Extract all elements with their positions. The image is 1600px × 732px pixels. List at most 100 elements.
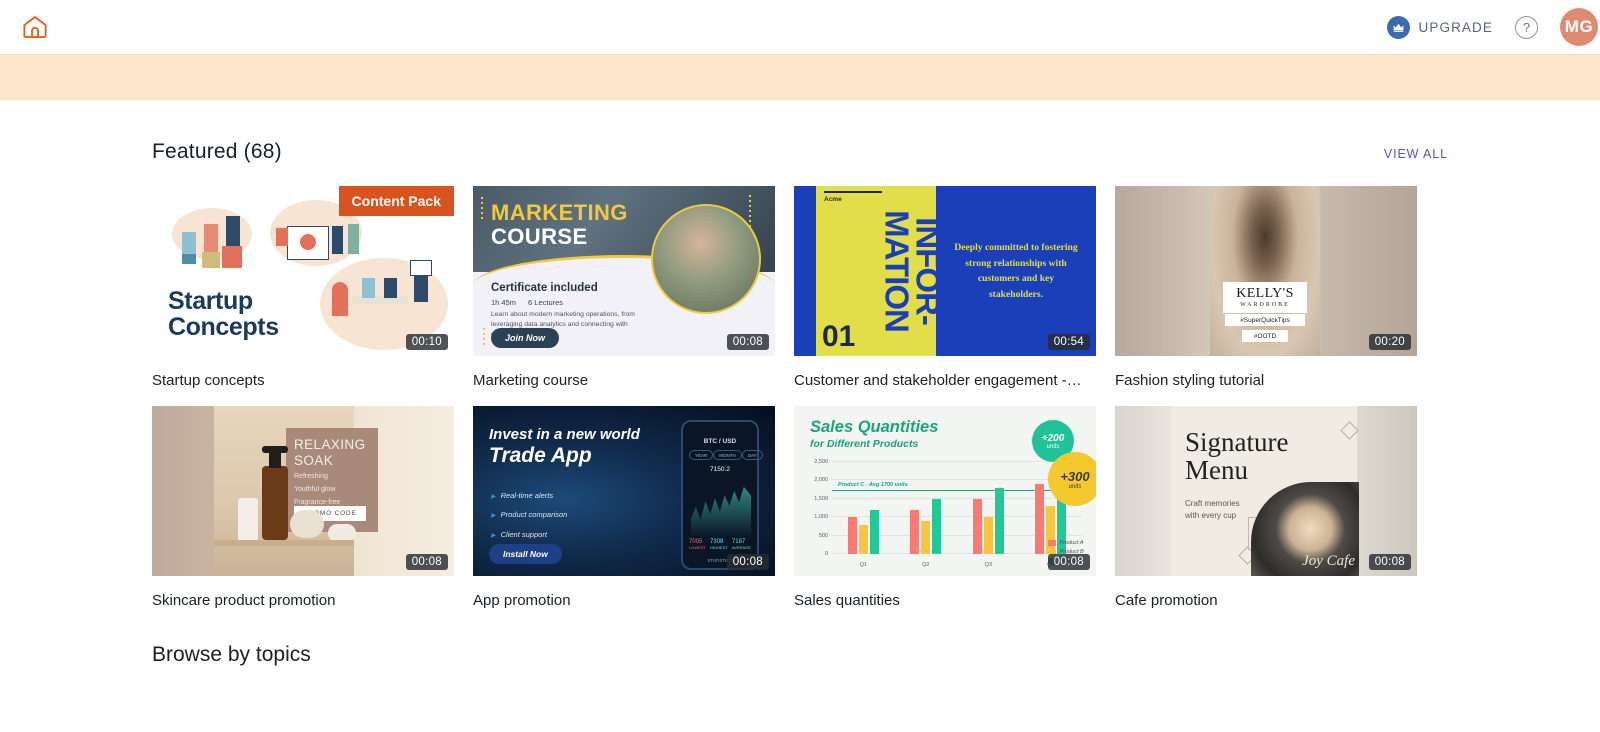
card-fashion-styling[interactable]: KELLY'S WARDROBE #SuperQuickTips #OOTD 0…: [1115, 186, 1417, 389]
card-thumbnail[interactable]: Startup Concepts Content Pack 00:10: [152, 186, 454, 356]
chart-bar: [932, 498, 942, 554]
thumb-brand-card: KELLY'S WARDROBE: [1223, 282, 1307, 313]
card-thumbnail[interactable]: Signature Menu Craft memories with every…: [1115, 406, 1417, 576]
meta-lectures: 6 Lectures: [528, 298, 564, 307]
thumb-brand: Acme: [824, 191, 882, 203]
browse-by-topics-title: Browse by topics: [152, 643, 311, 666]
page-title: Featured (68): [152, 140, 282, 163]
duration-badge: 00:20: [1368, 334, 1411, 350]
thumb-headline-1: MARKETING: [491, 200, 628, 225]
card-title: Marketing course: [473, 372, 589, 389]
card-title: Startup concepts: [152, 372, 265, 389]
phone-tabs: YEAR MONTH DAY: [689, 450, 763, 460]
chart-bars: [832, 462, 1082, 554]
chart-bar-group: [972, 487, 1004, 554]
card-sales-quantities[interactable]: Sales Quantities for Different Products …: [794, 406, 1096, 609]
chart-annotation-2: +300 units: [1048, 452, 1096, 506]
phone-stat-highest: 7308 HIGHEST: [710, 539, 728, 550]
avatar[interactable]: MG: [1560, 8, 1598, 46]
thumb-headline: INFOR- MATION: [879, 210, 947, 332]
phone-tab-year: YEAR: [689, 450, 714, 460]
chart-bar: [1035, 484, 1045, 554]
card-marketing-course[interactable]: MARKETING COURSE Certificate included 1h…: [473, 186, 775, 389]
chart-y-axis: 0 500 1,000 1,500 2,000 2,500: [800, 458, 830, 557]
duration-badge: 00:08: [726, 334, 769, 350]
chart-bar: [869, 509, 879, 554]
card-title: App promotion: [473, 592, 571, 609]
chart-bar: [972, 498, 982, 554]
card-title: Skincare product promotion: [152, 592, 336, 609]
thumb-subtitle: Craft memories with every cup: [1185, 499, 1240, 520]
chart-bar: [983, 517, 993, 554]
chart-x-tick: Q3: [984, 562, 992, 568]
chart-bar-group: [847, 509, 879, 554]
card-thumbnail[interactable]: Sales Quantities for Different Products …: [794, 406, 1096, 576]
thumb-bullets: Real-time alerts Product comparison Clie…: [491, 486, 568, 544]
thumb-tag-2: #OOTD: [1242, 330, 1288, 342]
card-thumbnail[interactable]: Acme INFOR- MATION 01 Deeply committed t…: [794, 186, 1096, 356]
decor-dots: [481, 194, 491, 222]
phone-tab-month: MONTH: [713, 450, 742, 460]
card-title: Sales quantities: [794, 592, 900, 609]
phone-pair: BTC / USD: [703, 438, 737, 445]
chart-bar: [847, 517, 857, 554]
chart-bar: [994, 487, 1004, 554]
chart-x-tick: Q2: [922, 562, 930, 568]
chart-y-tick: 500: [818, 532, 828, 539]
thumb-headline: Signature Menu: [1185, 427, 1289, 486]
chart-bar: [910, 509, 920, 554]
thumb-bullets: Refreshing Youthful glow Fragrance-free: [294, 473, 341, 506]
brand-line-1: KELLY'S: [1236, 286, 1294, 301]
chart-subtitle: for Different Products: [810, 438, 919, 450]
phone-stats: 7005 LOWEST 7308 HIGHEST 7187 AVERAGE: [687, 539, 753, 550]
thumb-meta: 1h 45m 6 Lectures: [491, 298, 563, 307]
card-app-promotion[interactable]: Invest in a new world Trade App Real-tim…: [473, 406, 775, 609]
chart-y-tick: 2,500: [814, 459, 828, 465]
home-icon[interactable]: [20, 12, 50, 42]
thumb-headline: Startup Concepts: [168, 286, 279, 341]
view-all-link[interactable]: VIEW ALL: [1384, 147, 1448, 161]
promo-banner[interactable]: [0, 54, 1600, 100]
avatar-initials: MG: [1564, 17, 1594, 36]
crown-icon: [1386, 15, 1410, 39]
content-pack-badge: Content Pack: [338, 186, 454, 216]
chart-y-tick: 1,500: [814, 495, 828, 502]
card-thumbnail[interactable]: RELAXING SOAK Refreshing Youthful glow F…: [152, 406, 454, 576]
chart-x-axis: Q1Q2Q3Q4: [832, 562, 1082, 568]
featured-grid: Startup Concepts Content Pack 00:10 Star…: [152, 186, 1448, 609]
thumb-number: 01: [822, 320, 856, 353]
duration-badge: 00:08: [726, 554, 769, 570]
chart-plot-area: Product C - Avg 1700 units: [832, 461, 1082, 554]
thumb-headline-2: COURSE: [491, 224, 588, 249]
thumb-tag-1: #SuperQuickTips: [1225, 314, 1305, 326]
thumb-certificate: Certificate included: [491, 282, 598, 294]
thumb-quote: Deeply committed to fostering strong rel…: [954, 241, 1078, 300]
phone-stat-lowest: 7005 LOWEST: [689, 539, 706, 550]
main-content: Featured (68) VIEW ALL Startup Concepts …: [0, 140, 1600, 667]
help-icon[interactable]: ?: [1515, 15, 1538, 39]
card-startup-concepts[interactable]: Startup Concepts Content Pack 00:10 Star…: [152, 186, 454, 389]
phone-price: 7150.2: [710, 466, 730, 473]
chart-y-tick: 0: [824, 551, 828, 557]
duration-badge: 00:08: [405, 554, 448, 570]
help-glyph: ?: [1522, 19, 1531, 35]
top-bar-actions: UPGRADE ? MG: [1386, 8, 1598, 46]
card-skincare-promotion[interactable]: RELAXING SOAK Refreshing Youthful glow F…: [152, 406, 454, 609]
card-customer-engagement[interactable]: Acme INFOR- MATION 01 Deeply committed t…: [794, 186, 1096, 389]
meta-duration: 1h 45m: [491, 298, 517, 307]
card-title: Customer and stakeholder engagement -…: [794, 372, 1082, 389]
upgrade-button[interactable]: UPGRADE: [1386, 15, 1493, 39]
duration-badge: 00:08: [1047, 554, 1090, 570]
thumb-headline-1: Invest in a new world: [489, 426, 640, 443]
card-thumbnail[interactable]: KELLY'S WARDROBE #SuperQuickTips #OOTD 0…: [1115, 186, 1417, 356]
duration-badge: 00:54: [1047, 334, 1090, 350]
featured-section-header: Featured (68) VIEW ALL: [152, 140, 1448, 164]
chart-bar: [921, 520, 931, 554]
card-cafe-promotion[interactable]: Signature Menu Craft memories with every…: [1115, 406, 1417, 609]
thumb-script: Joy Cafe: [1302, 553, 1355, 569]
chart-bar: [858, 524, 868, 554]
card-thumbnail[interactable]: MARKETING COURSE Certificate included 1h…: [473, 186, 775, 356]
brand-line-2: WARDROBE: [1240, 302, 1290, 308]
legend-swatch: [1047, 540, 1056, 546]
card-thumbnail[interactable]: Invest in a new world Trade App Real-tim…: [473, 406, 775, 576]
